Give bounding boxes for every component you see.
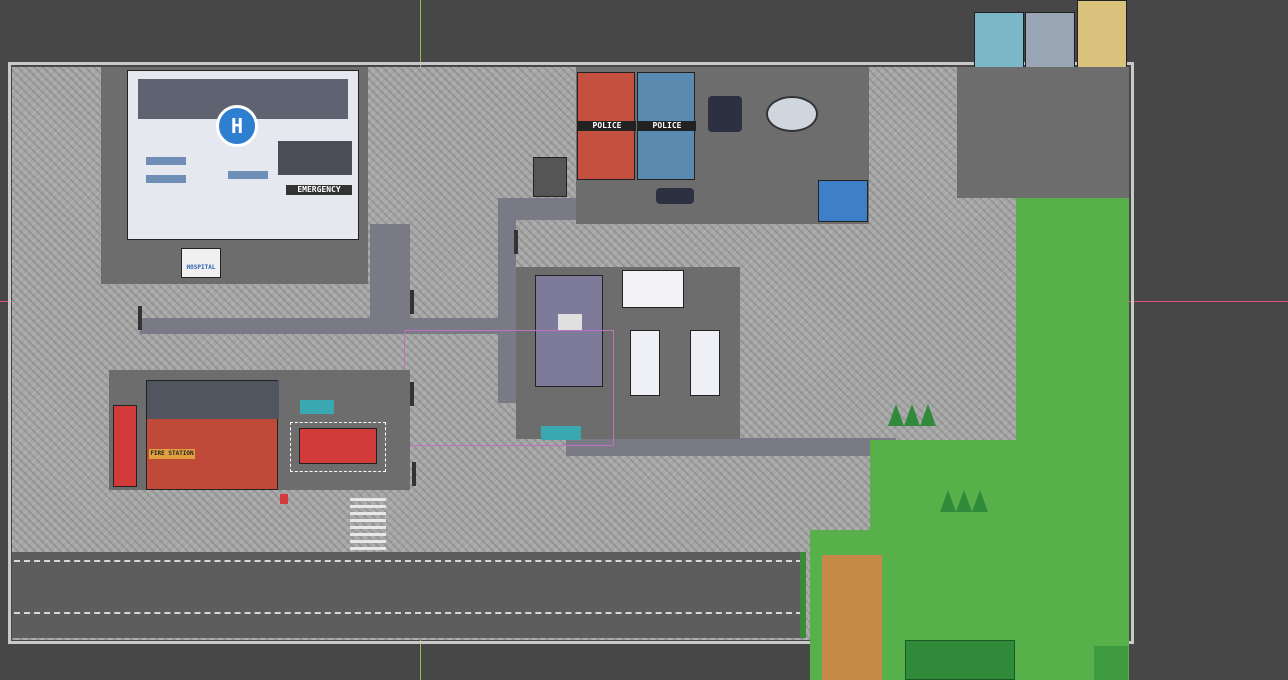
street-lamp-icon bbox=[514, 230, 518, 254]
fire-station-roof bbox=[147, 381, 279, 419]
tree-icon bbox=[956, 490, 972, 512]
teal-marker-icon bbox=[541, 426, 581, 440]
police-station-left: POLICE bbox=[577, 72, 636, 180]
dirt-path bbox=[822, 555, 882, 680]
police-sign-right: POLICE bbox=[638, 121, 696, 131]
police-sign-left: POLICE bbox=[578, 121, 636, 131]
tree-icon bbox=[972, 490, 988, 512]
parked-truck-icon bbox=[630, 330, 660, 396]
park-grass-dark bbox=[1094, 646, 1128, 680]
crosswalk bbox=[350, 494, 386, 550]
helicopter-icon bbox=[766, 96, 818, 132]
mail-truck-icon bbox=[622, 270, 684, 308]
road-lane-marking bbox=[14, 560, 802, 562]
street-lamp-icon bbox=[138, 306, 142, 330]
tree-icon bbox=[920, 404, 936, 426]
helipad-icon: H bbox=[216, 105, 258, 147]
teal-marker-icon bbox=[300, 400, 334, 414]
fire-truck-icon bbox=[113, 405, 137, 487]
emergency-sign: EMERGENCY bbox=[286, 185, 352, 195]
mailbox-icon bbox=[558, 314, 582, 330]
apartment-lot bbox=[957, 67, 1129, 198]
fire-station-building: FIRE STATION bbox=[146, 380, 279, 490]
parked-truck-icon bbox=[690, 330, 720, 396]
street-lamp-icon bbox=[412, 462, 416, 486]
selection-rectangle[interactable] bbox=[404, 330, 614, 446]
fire-truck-icon bbox=[299, 428, 377, 464]
hospital-sign-board: HOSPITAL bbox=[181, 248, 221, 278]
shipping-container-icon bbox=[818, 180, 868, 222]
helipad-label: H bbox=[230, 114, 244, 138]
hedge-row bbox=[905, 640, 1015, 680]
tree-icon bbox=[888, 404, 904, 426]
fire-hydrant-icon bbox=[280, 494, 288, 504]
sidewalk-path bbox=[498, 198, 578, 220]
fire-station-sign: FIRE STATION bbox=[149, 449, 195, 459]
hospital-building: H EMERGENCY bbox=[127, 70, 359, 240]
police-car-icon bbox=[708, 96, 742, 132]
street-lamp-icon bbox=[410, 382, 414, 406]
street-lamp-icon bbox=[410, 290, 414, 314]
hospital-windows bbox=[146, 157, 186, 165]
hospital-emergency-bay bbox=[278, 141, 352, 175]
police-car-icon bbox=[656, 188, 694, 204]
park-grass-strip bbox=[1016, 198, 1129, 680]
hospital-sign: HOSPITAL bbox=[186, 264, 216, 271]
road-lane-marking bbox=[14, 612, 802, 614]
main-road bbox=[12, 552, 804, 638]
hospital-windows bbox=[146, 175, 186, 183]
sidewalk-path bbox=[566, 438, 896, 456]
police-station-right: POLICE bbox=[637, 72, 696, 180]
kiosk-building bbox=[533, 157, 567, 197]
road-curb bbox=[800, 552, 806, 638]
hospital-windows bbox=[228, 171, 268, 179]
sidewalk-path bbox=[370, 224, 410, 334]
tree-icon bbox=[940, 490, 956, 512]
tree-icon bbox=[904, 404, 920, 426]
